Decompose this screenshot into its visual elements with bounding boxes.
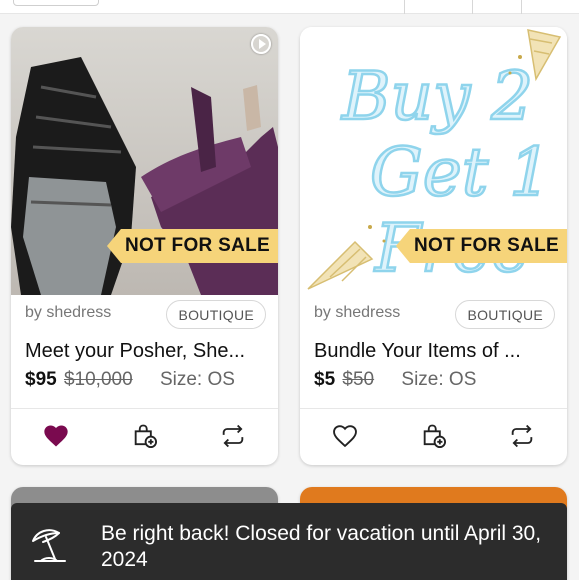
share-arrows-icon bbox=[222, 424, 244, 448]
like-button[interactable] bbox=[42, 422, 70, 450]
video-play-icon[interactable] bbox=[251, 34, 271, 54]
top-filter-bar bbox=[0, 0, 579, 14]
boutique-badge: BOUTIQUE bbox=[455, 300, 555, 329]
price-line: $5 $50 Size: OS bbox=[314, 369, 476, 391]
share-button[interactable] bbox=[219, 422, 247, 450]
listing-card[interactable]: Buy 2 Get 1 Free NOT FOR SALE by shedres… bbox=[300, 27, 567, 465]
listing-image[interactable]: Buy 2 Get 1 Free NOT FOR SALE bbox=[300, 27, 567, 295]
add-to-bundle-button[interactable] bbox=[131, 422, 159, 450]
vacation-toast: Be right back! Closed for vacation until… bbox=[11, 503, 567, 580]
listing-card[interactable]: NOT FOR SALE by shedress BOUTIQUE Meet y… bbox=[11, 27, 278, 465]
listing-image[interactable]: NOT FOR SALE bbox=[11, 27, 278, 295]
size-label: Size: OS bbox=[401, 369, 477, 390]
not-for-sale-banner: NOT FOR SALE bbox=[395, 229, 567, 263]
heart-outline-icon bbox=[333, 425, 357, 448]
seller-name[interactable]: by shedress bbox=[25, 304, 111, 322]
add-to-bundle-button[interactable] bbox=[420, 422, 448, 450]
original-price: $50 bbox=[342, 369, 375, 390]
heart-filled-icon bbox=[44, 425, 68, 447]
listing-actions bbox=[300, 408, 567, 465]
boutique-badge: BOUTIQUE bbox=[166, 300, 266, 329]
divider bbox=[472, 0, 473, 14]
price: $95 bbox=[25, 369, 57, 390]
share-arrows-icon bbox=[511, 424, 533, 448]
bag-plus-icon bbox=[423, 424, 447, 449]
filter-chip[interactable] bbox=[13, 0, 99, 6]
price: $5 bbox=[314, 369, 336, 390]
seller-name[interactable]: by shedress bbox=[314, 304, 400, 322]
share-button[interactable] bbox=[508, 422, 536, 450]
bag-plus-icon bbox=[134, 424, 158, 449]
listing-title[interactable]: Bundle Your Items of ... bbox=[314, 340, 560, 363]
size-label: Size: OS bbox=[159, 369, 235, 390]
beach-umbrella-icon bbox=[29, 525, 71, 567]
price-line: $95 $10,000 Size: OS bbox=[25, 369, 235, 391]
divider bbox=[521, 0, 522, 14]
original-price: $10,000 bbox=[63, 369, 133, 390]
divider bbox=[404, 0, 405, 14]
promo-art-text: Get 1 bbox=[370, 134, 551, 211]
not-for-sale-banner: NOT FOR SALE bbox=[106, 229, 278, 263]
vacation-message: Be right back! Closed for vacation until… bbox=[101, 522, 542, 571]
listing-actions bbox=[11, 408, 278, 465]
like-button[interactable] bbox=[331, 422, 359, 450]
promo-art-text: Buy 2 bbox=[341, 58, 533, 135]
listing-title[interactable]: Meet your Posher, She... bbox=[25, 340, 271, 363]
